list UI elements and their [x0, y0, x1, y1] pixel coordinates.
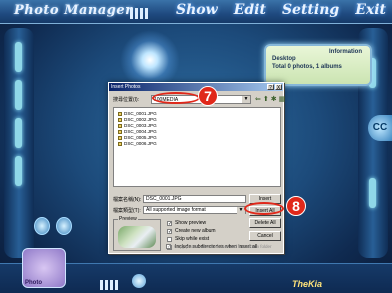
dialog-title: Insert Photos: [111, 84, 141, 90]
file-list[interactable]: DSC_0001.JPG DSC_0002.JPG DSC_0003.JPG D…: [113, 107, 281, 187]
preview-label: Preview: [118, 216, 138, 222]
up-folder-icon[interactable]: ⬆: [263, 95, 269, 104]
left-rail-slot[interactable]: [15, 42, 22, 72]
photo-manager-window: Photo Manager Show Edit Setting Exit CC …: [0, 0, 392, 293]
menu-exit[interactable]: Exit: [355, 2, 386, 18]
image-file-icon: [118, 118, 122, 122]
dialog-toolbar: ⇐ ⬆ ✱ ▦: [255, 95, 285, 104]
bottom-bars-decoration: [100, 277, 120, 293]
delete-all-button[interactable]: Delete All: [249, 218, 281, 228]
callout-step-8: 8: [286, 196, 306, 216]
lookin-label: 搜尋位置(I):: [113, 97, 140, 103]
option-label: Create new album: [175, 228, 216, 234]
image-file-icon: [118, 124, 122, 128]
side-toggle-button[interactable]: CC: [368, 115, 392, 141]
bottom-dot-button[interactable]: [132, 274, 146, 288]
app-title: Photo Manager: [14, 3, 133, 18]
left-rail-slot[interactable]: [15, 80, 22, 110]
left-rail: [4, 28, 34, 258]
filetype-value: All supported image format: [146, 207, 206, 213]
view-menu-icon[interactable]: ▦: [279, 95, 286, 104]
filetype-label: 檔案類型(T):: [113, 208, 141, 214]
checkbox-checked[interactable]: ✓: [167, 220, 172, 226]
image-file-icon: [118, 112, 122, 116]
option-label: Skip while exist: [175, 236, 210, 242]
prev-button[interactable]: [34, 217, 50, 235]
option-label: Copy photos who were inserted into album…: [174, 244, 272, 249]
insert-photos-dialog: Insert Photos ? X 搜尋位置(I): 100MEDIA ▼ ⇐ …: [108, 82, 285, 254]
cancel-button[interactable]: Cancel: [249, 231, 281, 241]
callout-step-7: 7: [198, 86, 218, 106]
help-button[interactable]: ?: [267, 84, 274, 91]
left-rail-slot[interactable]: [15, 118, 22, 148]
close-button[interactable]: X: [275, 84, 282, 91]
back-icon[interactable]: ⇐: [255, 95, 261, 104]
preview-image: [118, 226, 156, 248]
info-panel: Information Desktop Total 0 photos, 1 al…: [264, 44, 372, 86]
right-rail-slot[interactable]: [369, 178, 376, 208]
menu-show[interactable]: Show: [176, 2, 218, 18]
new-folder-icon[interactable]: ✱: [271, 95, 277, 104]
image-file-icon: [118, 142, 122, 146]
checkbox-checked[interactable]: ✓: [167, 228, 172, 234]
title-bars-decoration: [130, 6, 150, 24]
menu-setting[interactable]: Setting: [282, 2, 339, 18]
logo-text: Photo: [25, 280, 42, 286]
image-file-icon: [118, 130, 122, 134]
main-menu: Show Edit Setting Exit: [176, 2, 386, 18]
menu-edit[interactable]: Edit: [234, 2, 266, 18]
info-panel-header: Information: [329, 49, 362, 55]
list-item[interactable]: DSC_0006.JPG: [114, 141, 280, 147]
chevron-down-icon[interactable]: ▼: [242, 96, 250, 103]
preview-group: Preview: [113, 216, 161, 251]
next-button[interactable]: [56, 217, 72, 235]
brand-logo: TheKia: [292, 279, 323, 289]
info-location: Desktop: [272, 56, 296, 62]
dialog-controls: ? X: [267, 84, 282, 91]
checkbox-checked: ✓: [166, 244, 172, 250]
nav-buttons: [34, 217, 72, 235]
option-show-preview[interactable]: ✓ Show preview: [167, 220, 206, 226]
left-rail-slot[interactable]: [15, 156, 22, 186]
filename-label: 檔案名稱(N):: [113, 197, 142, 203]
info-totals: Total 0 photos, 1 albums: [272, 64, 342, 70]
option-label: Show preview: [175, 220, 207, 226]
option-copy-photos: ✓ Copy photos who were inserted into albu…: [166, 244, 272, 250]
filename-input[interactable]: DSC_0001.JPG: [143, 195, 246, 203]
highlight-ring: [244, 202, 284, 215]
image-file-icon: [118, 136, 122, 140]
option-create-album[interactable]: ✓ Create new album: [167, 228, 216, 234]
dialog-title-bar: Insert Photos ? X: [109, 83, 283, 91]
title-bar: Photo Manager Show Edit Setting Exit: [0, 0, 392, 24]
option-skip-exist[interactable]: Skip while exist: [167, 236, 209, 242]
highlight-ring: [152, 92, 200, 104]
app-logo: Photo: [22, 248, 66, 288]
filetype-select[interactable]: All supported image format ▼: [143, 206, 246, 214]
sparkle-icon: [120, 30, 180, 90]
checkbox-unchecked[interactable]: [167, 236, 172, 242]
file-name: DSC_0006.JPG: [124, 141, 157, 146]
